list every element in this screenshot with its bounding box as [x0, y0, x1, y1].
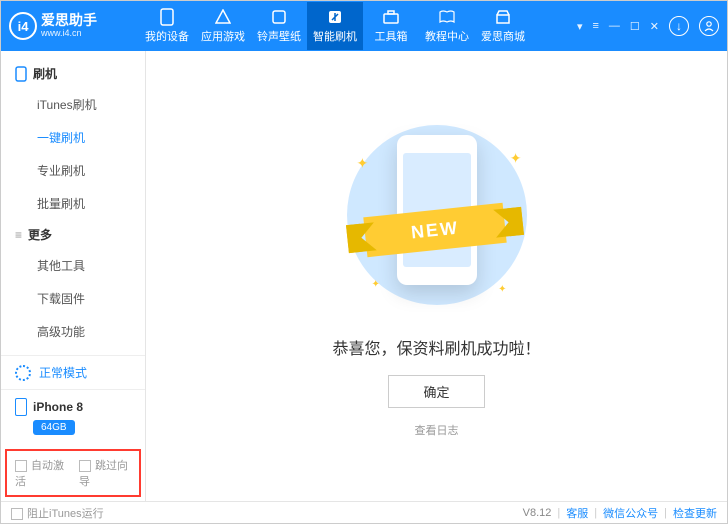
status-label: 正常模式 — [39, 364, 87, 381]
nav-flash[interactable]: 智能刷机 — [307, 2, 363, 50]
close-icon[interactable]: ✕ — [650, 20, 659, 33]
logo-url: www.i4.cn — [41, 29, 97, 39]
checkbox-label: 阻止iTunes运行 — [27, 508, 104, 520]
nav-label: 智能刷机 — [313, 28, 357, 44]
success-illustration: ✦ ✦ ✦ ✦ NEW — [337, 115, 537, 315]
sidebar-item-download-firmware[interactable]: 下载固件 — [1, 282, 145, 315]
sidebar-group-more[interactable]: ≡ 更多 — [1, 220, 145, 249]
success-message: 恭喜您，保资料刷机成功啦！ — [332, 335, 540, 359]
nav-label: 爱思商城 — [481, 28, 525, 44]
book-icon — [438, 8, 456, 26]
sidebar-title: 更多 — [28, 226, 52, 243]
nav-shop[interactable]: 爱思商城 — [475, 2, 531, 50]
logo-title: 爱思助手 — [41, 13, 97, 28]
maximize-icon[interactable]: ☐ — [630, 20, 640, 33]
sidebar-title: 刷机 — [33, 65, 57, 82]
nav-ringtone[interactable]: 铃声壁纸 — [251, 2, 307, 50]
nav-toolbox[interactable]: 工具箱 — [363, 2, 419, 50]
sidebar-item-other-tools[interactable]: 其他工具 — [1, 249, 145, 282]
device-icon — [15, 398, 27, 416]
auto-activate-checkbox[interactable]: 自动激活 — [15, 457, 67, 489]
nav-label: 我的设备 — [145, 28, 189, 44]
skip-guide-checkbox[interactable]: 跳过向导 — [79, 457, 131, 489]
download-icon[interactable]: ↓ — [669, 16, 689, 36]
storage-badge: 64GB — [33, 420, 75, 435]
nav-tutorial[interactable]: 教程中心 — [419, 2, 475, 50]
shop-icon — [494, 8, 512, 26]
nav-label: 铃声壁纸 — [257, 28, 301, 44]
main-content: ✦ ✦ ✦ ✦ NEW 恭喜您，保资料刷机成功啦！ 确定 查看日志 — [146, 51, 727, 501]
top-nav: 我的设备 应用游戏 铃声壁纸 智能刷机 工具箱 教程中心 — [139, 2, 577, 50]
nav-my-device[interactable]: 我的设备 — [139, 2, 195, 50]
sidebar-item-pro-flash[interactable]: 专业刷机 — [1, 154, 145, 187]
toolbox-icon — [382, 8, 400, 26]
sparkle-icon: ✦ — [498, 284, 506, 295]
support-link[interactable]: 客服 — [566, 505, 588, 521]
device-status[interactable]: 正常模式 — [1, 355, 145, 389]
sidebar-item-oneclick-flash[interactable]: 一键刷机 — [1, 121, 145, 154]
logo-icon: i4 — [9, 12, 37, 40]
apps-icon — [214, 8, 232, 26]
options-highlight: 自动激活 跳过向导 — [5, 449, 141, 497]
sidebar-item-advanced[interactable]: 高级功能 — [1, 315, 145, 348]
nav-label: 教程中心 — [425, 28, 469, 44]
flash-icon — [326, 8, 344, 26]
sparkle-icon: ✦ — [372, 279, 380, 290]
sparkle-icon: ✦ — [357, 155, 369, 172]
sidebar-item-itunes-flash[interactable]: iTunes刷机 — [1, 88, 145, 121]
settings-icon[interactable]: ≡ — [592, 20, 598, 32]
minimize-icon[interactable]: — — [609, 20, 620, 32]
window-controls: ▾ ≡ — ☐ ✕ ↓ — [577, 16, 719, 36]
sidebar: 刷机 iTunes刷机 一键刷机 专业刷机 批量刷机 ≡ 更多 其他工具 下载固… — [1, 51, 146, 501]
status-icon — [15, 365, 31, 381]
sidebar-group-flash[interactable]: 刷机 — [1, 59, 145, 88]
music-icon — [270, 8, 288, 26]
block-itunes-checkbox[interactable]: 阻止iTunes运行 — [11, 505, 104, 521]
ok-button[interactable]: 确定 — [388, 375, 484, 408]
footer: 阻止iTunes运行 V8.12 | 客服 | 微信公众号 | 检查更新 — [1, 501, 727, 523]
header: i4 爱思助手 www.i4.cn 我的设备 应用游戏 铃声壁纸 智能刷机 — [1, 1, 727, 51]
view-log-link[interactable]: 查看日志 — [415, 422, 459, 438]
device-name: iPhone 8 — [33, 400, 83, 414]
wechat-link[interactable]: 微信公众号 — [603, 505, 658, 521]
logo: i4 爱思助手 www.i4.cn — [9, 12, 129, 40]
menu-icon: ≡ — [15, 228, 22, 242]
menu-icon[interactable]: ▾ — [577, 20, 583, 33]
version-label: V8.12 — [523, 507, 552, 519]
phone-icon — [15, 66, 27, 82]
nav-label: 工具箱 — [375, 28, 408, 44]
user-icon[interactable] — [699, 16, 719, 36]
device-info[interactable]: iPhone 8 64GB — [1, 389, 145, 445]
sidebar-item-batch-flash[interactable]: 批量刷机 — [1, 187, 145, 220]
nav-apps[interactable]: 应用游戏 — [195, 2, 251, 50]
sparkle-icon: ✦ — [510, 150, 522, 167]
phone-icon — [158, 8, 176, 26]
check-update-link[interactable]: 检查更新 — [673, 505, 717, 521]
nav-label: 应用游戏 — [201, 28, 245, 44]
